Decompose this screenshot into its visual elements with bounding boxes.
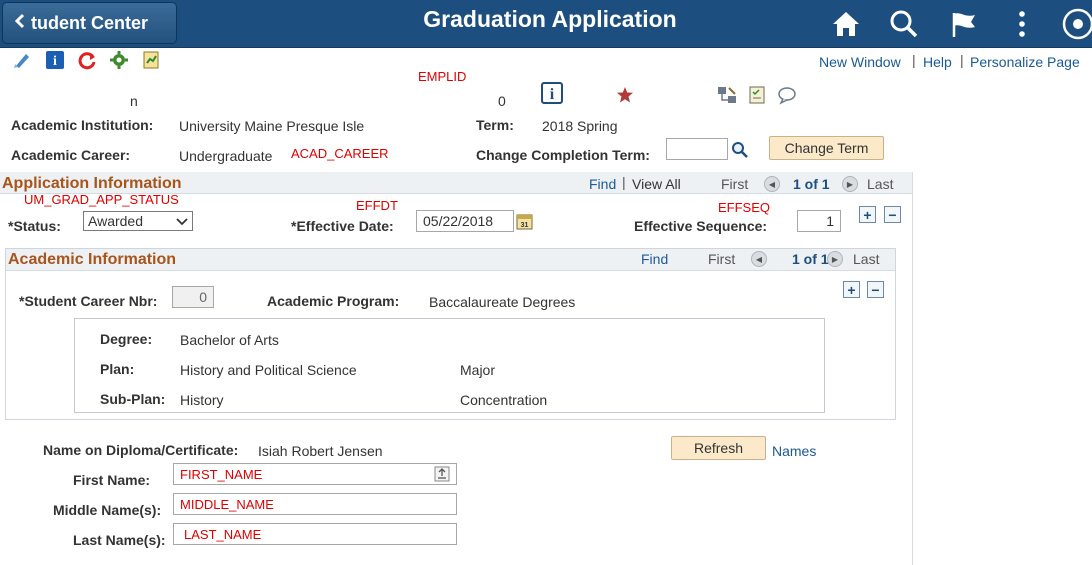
academic-career-label: Academic Career:: [11, 147, 131, 163]
academic-institution-value: University Maine Presque Isle: [179, 118, 365, 134]
add-row-button[interactable]: +: [843, 281, 860, 298]
personalize-page-link[interactable]: Personalize Page: [970, 54, 1080, 70]
academic-program-label: Academic Program:: [267, 293, 400, 309]
change-completion-term-label: Change Completion Term:: [476, 147, 650, 163]
status-select-value: Awarded: [88, 213, 144, 229]
help-link[interactable]: Help: [923, 54, 952, 70]
more-menu-icon[interactable]: [1004, 6, 1040, 42]
first-name-label: First Name:: [73, 472, 151, 488]
refresh-icon[interactable]: [77, 50, 97, 70]
navbar-icon[interactable]: [1056, 6, 1092, 42]
student-career-nbr-input: 0: [172, 286, 214, 308]
term-value: 2018 Spring: [542, 118, 618, 134]
checklist-icon[interactable]: [747, 85, 767, 105]
search-icon[interactable]: [886, 6, 922, 42]
svg-text:i: i: [550, 86, 555, 103]
academic-institution-label: Academic Institution:: [11, 117, 154, 133]
org-chart-icon[interactable]: [717, 85, 737, 105]
comment-icon[interactable]: [777, 85, 797, 105]
flag-icon[interactable]: [946, 6, 982, 42]
page-title: Graduation Application: [423, 6, 677, 32]
delete-row-button[interactable]: −: [867, 281, 884, 298]
gear-icon[interactable]: [109, 50, 129, 70]
academic-find-link[interactable]: Find: [641, 251, 668, 267]
home-icon[interactable]: [828, 6, 864, 42]
term-label: Term:: [476, 117, 514, 133]
row-count: 1 of 1: [793, 176, 830, 192]
status-field-name: UM_GRAD_APP_STATUS: [24, 192, 179, 207]
svg-text:i: i: [53, 54, 57, 69]
last-name-input[interactable]: LAST_NAME: [173, 523, 457, 545]
report-icon[interactable]: [141, 50, 161, 70]
first-label: First: [721, 176, 749, 192]
expand-field-icon[interactable]: [434, 466, 450, 482]
svg-text:31: 31: [521, 222, 529, 229]
middle-name-field-name: MIDDLE_NAME: [180, 497, 274, 512]
academic-information-title: Academic Information: [8, 251, 177, 268]
lookup-icon[interactable]: [731, 141, 749, 159]
view-all-link[interactable]: View All: [632, 176, 681, 192]
status-select[interactable]: Awarded: [83, 211, 193, 231]
last-label: Last: [853, 251, 880, 267]
middle-name-label: Middle Name(s):: [53, 502, 162, 518]
separator: |: [912, 52, 916, 68]
academic-program-value: Baccalaureate Degrees: [429, 294, 576, 310]
sub-plan-value: History: [180, 392, 224, 408]
plan-label: Plan:: [100, 361, 135, 377]
names-link[interactable]: Names: [772, 443, 816, 459]
diploma-name-value: Isiah Robert Jensen: [258, 443, 383, 459]
first-label: First: [708, 251, 736, 267]
edit-icon[interactable]: [12, 50, 32, 70]
effdt-field-name: EFFDT: [356, 198, 398, 213]
info-icon[interactable]: i: [541, 82, 563, 104]
star-icon: [616, 86, 634, 104]
middle-name-input[interactable]: MIDDLE_NAME: [173, 493, 457, 515]
last-name-field-name: LAST_NAME: [184, 527, 262, 542]
student-career-nbr-label: *Student Career Nbr:: [19, 293, 158, 309]
effective-date-label: *Effective Date:: [291, 218, 394, 234]
separator: |: [960, 52, 964, 68]
last-name-label: Last Name(s):: [73, 532, 166, 548]
emplid-value: 0: [498, 93, 506, 109]
chevron-down-icon: [176, 213, 188, 229]
calendar-icon[interactable]: 31: [516, 213, 533, 230]
previous-arrow-icon[interactable]: ◀: [751, 251, 767, 267]
completion-term-input[interactable]: [666, 138, 728, 160]
application-information-title: Application Information: [2, 175, 182, 192]
refresh-button[interactable]: Refresh: [671, 436, 766, 460]
academic-career-value: Undergraduate: [179, 148, 273, 164]
acad-career-field-name: ACAD_CAREER: [291, 146, 389, 161]
next-arrow-icon[interactable]: ▶: [842, 176, 858, 192]
info-icon[interactable]: i: [45, 50, 65, 70]
separator: |: [622, 174, 626, 190]
new-window-link[interactable]: New Window: [819, 54, 901, 70]
row-count: 1 of 1: [792, 251, 829, 267]
first-name-field-name: FIRST_NAME: [180, 467, 263, 482]
status-label: *Status:: [8, 218, 61, 234]
next-arrow-icon[interactable]: ▶: [827, 251, 843, 267]
student-name-fragment: n: [130, 93, 138, 109]
sub-plan-label: Sub-Plan:: [100, 391, 166, 407]
app-header: tudent Center Graduation Application: [0, 0, 1092, 48]
effseq-field-name: EFFSEQ: [718, 200, 771, 215]
degree-value: Bachelor of Arts: [180, 332, 279, 348]
first-name-input[interactable]: FIRST_NAME: [173, 463, 457, 485]
sub-plan-type-value: Concentration: [460, 392, 548, 408]
plan-type-value: Major: [460, 362, 496, 378]
last-label: Last: [867, 176, 894, 192]
effective-sequence-input[interactable]: 1: [797, 210, 841, 232]
previous-arrow-icon[interactable]: ◀: [764, 176, 780, 192]
degree-label: Degree:: [100, 331, 153, 347]
add-row-button[interactable]: +: [859, 206, 876, 223]
diploma-name-label: Name on Diploma/Certificate:: [43, 442, 239, 458]
effective-date-input[interactable]: 05/22/2018: [416, 210, 514, 232]
plan-value: History and Political Science: [180, 362, 357, 378]
delete-row-button[interactable]: −: [884, 206, 901, 223]
change-term-button[interactable]: Change Term: [769, 136, 884, 160]
effective-sequence-label: Effective Sequence:: [634, 218, 768, 234]
emplid-field-name: EMPLID: [418, 69, 467, 84]
application-find-link[interactable]: Find: [589, 176, 616, 192]
